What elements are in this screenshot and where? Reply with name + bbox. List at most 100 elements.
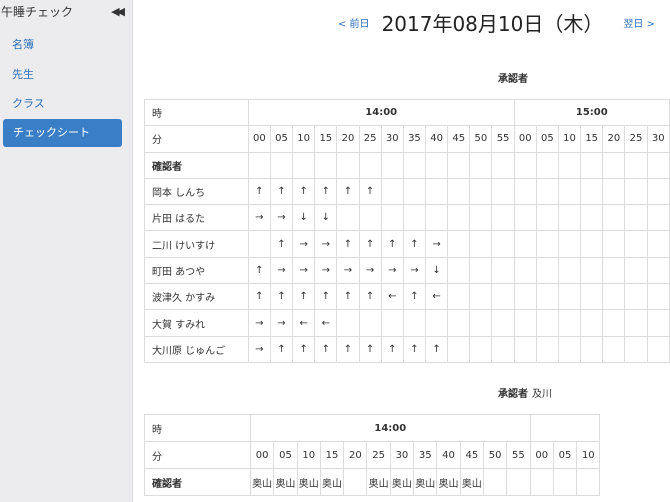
posture-cell[interactable]: ↑ (247, 177, 271, 206)
posture-cell[interactable] (380, 309, 404, 337)
posture-cell[interactable]: ↑ (292, 335, 316, 363)
posture-cell[interactable]: ↑ (269, 335, 294, 363)
posture-cell[interactable] (336, 204, 360, 232)
posture-cell[interactable] (624, 309, 648, 337)
posture-cell[interactable] (513, 177, 537, 206)
posture-cell[interactable] (602, 335, 626, 363)
posture-cell[interactable] (557, 283, 582, 311)
confirmer-cell[interactable]: 奥山 (459, 468, 484, 496)
posture-cell[interactable] (513, 204, 537, 232)
posture-cell[interactable] (358, 204, 382, 232)
posture-cell[interactable] (535, 177, 559, 206)
posture-cell[interactable] (469, 230, 493, 258)
confirmer-cell[interactable] (557, 151, 582, 179)
posture-cell[interactable] (425, 204, 449, 232)
confirmer-cell[interactable] (646, 151, 670, 179)
posture-cell[interactable] (513, 256, 537, 285)
posture-cell[interactable] (557, 256, 582, 285)
posture-cell[interactable] (602, 283, 626, 311)
posture-cell[interactable] (425, 177, 449, 206)
posture-cell[interactable] (602, 204, 626, 232)
posture-cell[interactable]: ↑ (269, 283, 294, 311)
posture-cell[interactable]: → (358, 256, 382, 285)
sidebar-item-check-sheet[interactable]: チェックシート (3, 118, 122, 147)
confirmer-cell[interactable] (576, 468, 601, 496)
posture-cell[interactable] (646, 256, 670, 285)
posture-cell[interactable] (491, 177, 515, 206)
posture-cell[interactable] (469, 177, 493, 206)
posture-cell[interactable]: ↑ (247, 283, 271, 311)
posture-cell[interactable]: ↑ (269, 177, 294, 206)
posture-cell[interactable]: → (292, 256, 316, 285)
posture-cell[interactable] (491, 230, 515, 258)
posture-cell[interactable] (513, 283, 537, 311)
confirmer-cell[interactable] (314, 151, 338, 179)
confirmer-cell[interactable] (602, 151, 626, 179)
posture-cell[interactable]: ↑ (292, 283, 316, 311)
sidebar-item-roster[interactable]: 名簿 (0, 30, 132, 60)
posture-cell[interactable] (469, 335, 493, 363)
posture-cell[interactable] (535, 283, 559, 311)
confirmer-cell[interactable]: 奥山 (436, 468, 461, 496)
posture-cell[interactable] (602, 230, 626, 258)
posture-cell[interactable] (380, 204, 404, 232)
posture-cell[interactable] (447, 177, 471, 206)
posture-cell[interactable]: → (247, 309, 271, 337)
posture-cell[interactable] (557, 204, 582, 232)
posture-cell[interactable] (447, 335, 471, 363)
confirmer-cell[interactable] (447, 151, 471, 179)
posture-cell[interactable] (624, 230, 648, 258)
posture-cell[interactable] (624, 177, 648, 206)
posture-cell[interactable] (535, 335, 559, 363)
posture-cell[interactable] (602, 309, 626, 337)
posture-cell[interactable] (624, 335, 648, 363)
posture-cell[interactable]: ↑ (358, 283, 382, 311)
posture-cell[interactable] (624, 256, 648, 285)
collapse-sidebar-icon[interactable]: ◀◀ (111, 5, 125, 18)
confirmer-cell[interactable] (380, 151, 404, 179)
posture-cell[interactable] (646, 309, 670, 337)
posture-cell[interactable] (513, 230, 537, 258)
posture-cell[interactable] (624, 204, 648, 232)
posture-cell[interactable] (469, 283, 493, 311)
confirmer-cell[interactable] (292, 151, 316, 179)
posture-cell[interactable] (580, 283, 604, 311)
posture-cell[interactable] (491, 283, 515, 311)
posture-cell[interactable]: ↑ (314, 335, 338, 363)
posture-cell[interactable] (447, 309, 471, 337)
confirmer-cell[interactable] (469, 151, 493, 179)
posture-cell[interactable]: ↑ (380, 230, 404, 258)
posture-cell[interactable] (646, 230, 670, 258)
confirmer-cell[interactable]: 奥山 (296, 468, 321, 496)
posture-cell[interactable] (513, 309, 537, 337)
posture-cell[interactable] (646, 177, 670, 206)
posture-cell[interactable]: ← (292, 309, 316, 337)
posture-cell[interactable] (447, 230, 471, 258)
posture-cell[interactable] (380, 177, 404, 206)
posture-cell[interactable] (447, 204, 471, 232)
posture-cell[interactable] (535, 309, 559, 337)
confirmer-cell[interactable] (506, 468, 531, 496)
posture-cell[interactable] (646, 335, 670, 363)
posture-cell[interactable] (491, 335, 515, 363)
posture-cell[interactable]: ↓ (425, 256, 449, 285)
posture-cell[interactable] (336, 309, 360, 337)
posture-cell[interactable] (602, 256, 626, 285)
posture-cell[interactable]: → (269, 309, 294, 337)
posture-cell[interactable]: ↑ (247, 256, 271, 285)
posture-cell[interactable] (513, 335, 537, 363)
posture-cell[interactable]: ↑ (314, 283, 338, 311)
posture-cell[interactable] (535, 256, 559, 285)
posture-cell[interactable]: ↑ (336, 230, 360, 258)
posture-cell[interactable] (646, 283, 670, 311)
posture-cell[interactable]: → (425, 230, 449, 258)
confirmer-cell[interactable] (491, 151, 515, 179)
posture-cell[interactable] (624, 283, 648, 311)
posture-cell[interactable]: ↑ (358, 335, 382, 363)
confirmer-cell[interactable] (358, 151, 382, 179)
next-day-link[interactable]: 翌日 > (623, 15, 655, 30)
posture-cell[interactable] (535, 204, 559, 232)
posture-cell[interactable]: ↑ (402, 230, 427, 258)
posture-cell[interactable]: ← (425, 283, 449, 311)
confirmer-cell[interactable]: 奥山 (249, 468, 275, 496)
